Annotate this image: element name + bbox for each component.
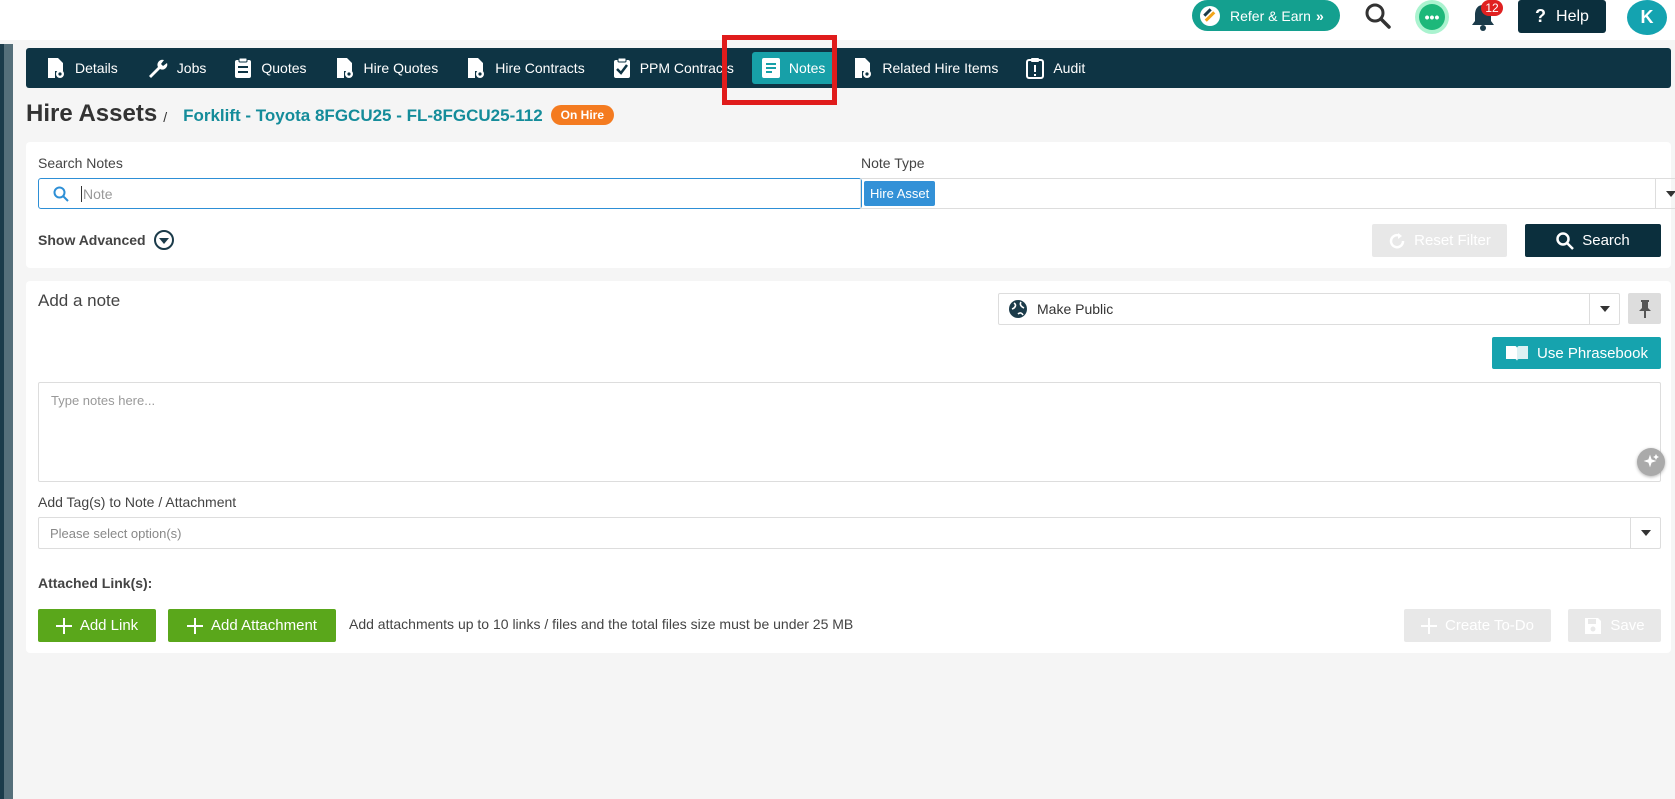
save-button[interactable]: Save (1568, 609, 1661, 642)
tab-jobs[interactable]: Jobs (136, 52, 217, 84)
add-note-title: Add a note (38, 291, 121, 310)
help-label: Help (1556, 7, 1589, 25)
chevron-down-icon[interactable] (1655, 179, 1675, 208)
create-todo-button[interactable]: Create To-Do (1404, 609, 1551, 642)
tags-placeholder: Please select option(s) (50, 525, 182, 541)
breadcrumb: Hire Assets / Forklift - Toyota 8FGCU25 … (26, 98, 614, 130)
refresh-icon (1389, 232, 1405, 248)
tags-label: Add Tag(s) to Note / Attachment (38, 494, 237, 510)
clipboard-icon (235, 57, 252, 78)
help-button[interactable]: ? Help (1518, 0, 1606, 33)
add-link-label: Add Link (79, 617, 139, 634)
reset-filter-label: Reset Filter (1414, 232, 1491, 249)
document-gear-icon (48, 58, 64, 78)
status-badge: On Hire (550, 105, 614, 125)
breadcrumb-separator: / (163, 109, 168, 125)
chevron-down-icon[interactable] (1589, 294, 1619, 324)
refer-label: Refer & Earn (1230, 7, 1311, 24)
tab-label: Quotes (261, 60, 307, 76)
top-bar: Refer & Earn » ••• 12 ? Help K (0, 0, 1675, 40)
clipboard-check-icon (613, 57, 630, 78)
global-search-icon[interactable] (1364, 2, 1392, 30)
search-icon (1556, 231, 1575, 250)
search-notes-input[interactable]: Note (38, 178, 862, 209)
tab-related-hire-items[interactable]: Related Hire Items (843, 52, 1008, 84)
question-icon: ? (1535, 6, 1547, 26)
tab-ppm-contracts[interactable]: PPM Contracts (603, 52, 744, 84)
pin-icon (1638, 299, 1651, 318)
page-title: Hire Assets (26, 100, 158, 127)
avatar[interactable]: K (1627, 0, 1667, 35)
search-icon (53, 186, 69, 202)
tab-label: Related Hire Items (882, 60, 999, 76)
show-advanced-toggle[interactable]: Show Advanced (38, 230, 174, 250)
search-notes-label: Search Notes (38, 155, 123, 171)
tab-label: Audit (1053, 60, 1086, 76)
tab-label: Hire Contracts (495, 60, 585, 76)
tags-select[interactable]: Please select option(s) (38, 517, 1661, 549)
book-icon (1506, 346, 1529, 361)
add-attachment-button[interactable]: Add Attachment (168, 609, 336, 642)
add-note-panel: Add a note Make Public Use Phrasebook Ty… (26, 281, 1671, 653)
tab-hire-quotes[interactable]: Hire Quotes (325, 52, 449, 84)
note-textarea[interactable]: Type notes here... (38, 382, 1661, 482)
chevron-down-circle-icon (153, 230, 174, 250)
visibility-value: Make Public (1037, 301, 1114, 317)
add-attachment-label: Add Attachment (211, 617, 317, 634)
chevron-down-icon[interactable] (1630, 518, 1660, 548)
pin-button[interactable] (1628, 293, 1661, 324)
document-gear-icon (336, 58, 353, 78)
chat-icon[interactable]: ••• (1415, 0, 1449, 34)
refer-logo-icon (1200, 5, 1220, 26)
show-advanced-label: Show Advanced (38, 232, 146, 248)
attached-links-label: Attached Link(s): (38, 575, 153, 591)
document-gear-icon (855, 58, 872, 78)
ai-sparkle-icon[interactable] (1637, 448, 1665, 476)
text-caret (81, 185, 82, 202)
attachment-limit-note: Add attachments up to 10 links / files a… (349, 616, 854, 632)
tab-label: PPM Contracts (639, 60, 734, 76)
tab-label: Hire Quotes (363, 60, 439, 76)
note-type-select[interactable]: Hire Asset (860, 178, 1675, 209)
reset-filter-button[interactable]: Reset Filter (1372, 224, 1507, 257)
tab-hire-contracts[interactable]: Hire Contracts (456, 52, 594, 84)
tab-label: Jobs (176, 60, 207, 76)
visibility-select[interactable]: Make Public (998, 293, 1620, 325)
document-gear-icon (468, 58, 485, 78)
plus-icon (55, 617, 72, 634)
add-link-button[interactable]: Add Link (38, 609, 156, 642)
tab-notes[interactable]: Notes (751, 52, 836, 84)
note-icon (761, 58, 780, 78)
record-tabs-nav: Details Jobs Quotes Hire Quotes Hire Con… (26, 48, 1671, 88)
tab-quotes[interactable]: Quotes (224, 52, 316, 84)
left-scroll-strip (0, 44, 13, 799)
note-type-chip[interactable]: Hire Asset (864, 181, 936, 206)
save-icon (1585, 617, 1602, 634)
note-type-label: Note Type (861, 155, 925, 171)
use-phrasebook-button[interactable]: Use Phrasebook (1492, 337, 1661, 369)
create-todo-label: Create To-Do (1445, 617, 1534, 634)
plus-icon (187, 617, 204, 634)
search-placeholder: Note (83, 185, 113, 202)
search-button[interactable]: Search (1525, 224, 1661, 257)
notification-count-badge: 12 (1481, 0, 1503, 16)
save-label: Save (1610, 617, 1645, 634)
tab-details[interactable]: Details (36, 52, 128, 84)
double-chevron-right-icon: » (1315, 7, 1324, 24)
tab-audit[interactable]: Audit (1016, 52, 1095, 84)
plus-icon (1421, 617, 1438, 634)
refer-earn-button[interactable]: Refer & Earn » (1192, 0, 1340, 31)
use-phrasebook-label: Use Phrasebook (1537, 344, 1648, 362)
globe-icon (1009, 300, 1027, 318)
tab-label: Details (75, 60, 118, 76)
asset-name-link[interactable]: Forklift - Toyota 8FGCU25 - FL-8FGCU25-1… (183, 106, 543, 126)
wrench-icon (148, 59, 168, 78)
filter-panel: Search Notes Note Note Type Hire Asset S… (26, 142, 1675, 268)
search-button-label: Search (1582, 232, 1630, 249)
tab-label: Notes (788, 60, 826, 76)
clipboard-alert-icon (1026, 58, 1045, 79)
